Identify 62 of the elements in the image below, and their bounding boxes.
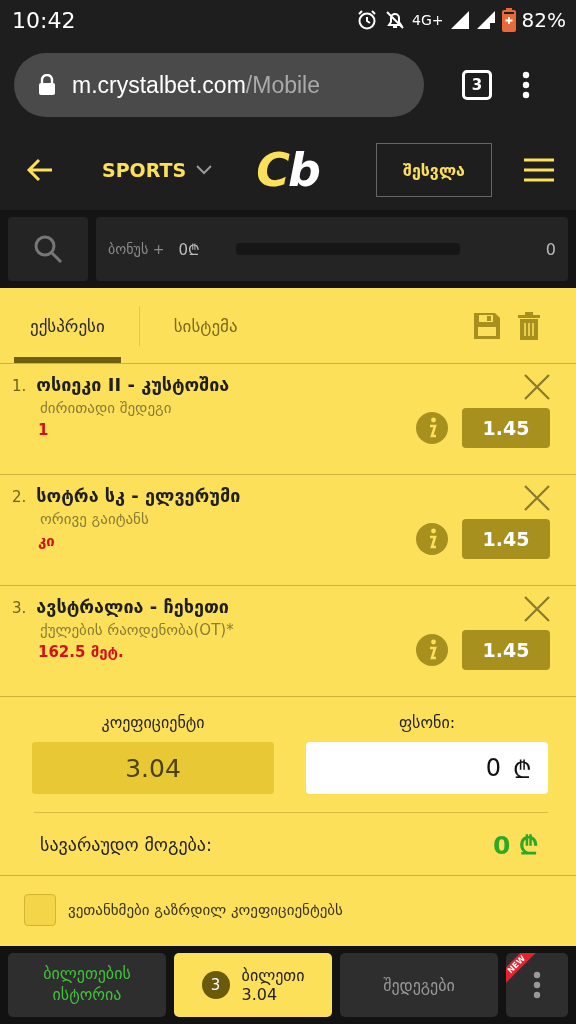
more-icon[interactable] [522, 71, 530, 99]
potential-win-amount: 0 ₾ [492, 830, 538, 861]
more-icon [533, 971, 541, 999]
results-button[interactable]: შედეგები [340, 953, 498, 1017]
bonus-amount: 0₾ [178, 240, 200, 259]
sports-dropdown[interactable]: SPORTS [98, 155, 217, 185]
match-name: ავსტრალია - ჩეხეთი [36, 596, 229, 617]
odds-badge: 1.45 [462, 519, 550, 559]
ticket-button[interactable]: 3 ბილეთი 3.04 [174, 953, 332, 1017]
market-name: ძირითადი შედეგი [40, 399, 173, 417]
save-icon[interactable] [474, 312, 500, 339]
bonus-label: ბონუს + [108, 241, 165, 257]
status-time: 10:42 [12, 7, 76, 33]
network-type: 4G+ [412, 12, 444, 28]
bonus-count: 0 [545, 239, 556, 259]
ticket-coefficient: 3.04 [241, 985, 279, 1004]
tab-count-button[interactable]: 3 [462, 70, 492, 100]
search-icon [33, 234, 63, 264]
ticket-count-badge: 3 [201, 971, 230, 999]
search-button[interactable] [8, 217, 88, 281]
trash-icon[interactable] [518, 311, 540, 340]
lock-icon [38, 74, 56, 96]
info-icon[interactable] [416, 523, 448, 555]
battery-level: 82% [521, 8, 566, 32]
coefficient-label: კოეფიციენტი [101, 713, 205, 732]
bet-pick: 1 [38, 421, 50, 439]
potential-win-label: სავარაუდო მოგება: [40, 833, 213, 855]
checkbox[interactable] [24, 893, 56, 926]
bet-type-tab[interactable]: ექსპრესი [14, 288, 121, 363]
accept-odds-label: ვეთანხმები გაზრდილ კოეფიციენტებს [68, 900, 343, 919]
match-name: ოსიეკი II - კუსტოშია [36, 374, 230, 395]
history-button[interactable]: ბილეთების ისტორია [8, 953, 166, 1017]
odds-badge: 1.45 [462, 630, 550, 670]
address-bar[interactable]: m.crystalbet.com/Mobile [14, 53, 424, 117]
close-icon[interactable] [524, 374, 550, 400]
bet-number: 2. [12, 488, 27, 506]
signal-icon [475, 10, 496, 30]
total-coefficient: 3.04 [32, 742, 274, 794]
odds-badge: 1.45 [462, 408, 550, 448]
bet-type-tab[interactable]: სისტემა [157, 288, 254, 363]
market-name: ქულების რაოდენობა(OT)* [40, 621, 235, 639]
url-text: m.crystalbet.com/Mobile [72, 71, 320, 99]
menu-icon[interactable] [524, 158, 554, 182]
info-icon[interactable] [416, 634, 448, 666]
login-button[interactable]: შესვლა [376, 143, 492, 197]
info-icon[interactable] [416, 412, 448, 444]
match-name: სოტრა სკ - ელვერუმი [36, 485, 241, 506]
battery-icon [501, 8, 516, 32]
close-icon[interactable] [524, 596, 550, 622]
stake-label: ფსონი: [398, 713, 456, 732]
bet-number: 3. [12, 599, 27, 617]
bet-pick: კი [38, 532, 56, 550]
back-arrow-icon[interactable] [26, 158, 54, 182]
bet-pick: 162.5 მეტ. [38, 643, 125, 661]
ticket-label: ბილეთი [241, 966, 305, 985]
chevron-down-icon [196, 165, 213, 175]
logo: Cb [256, 143, 319, 197]
close-icon[interactable] [524, 485, 550, 511]
bet-number: 1. [12, 377, 27, 395]
stake-field[interactable]: 0 ₾ [306, 742, 548, 794]
market-name: ორივე გაიტანს [40, 510, 150, 528]
signal-icon [449, 10, 470, 30]
